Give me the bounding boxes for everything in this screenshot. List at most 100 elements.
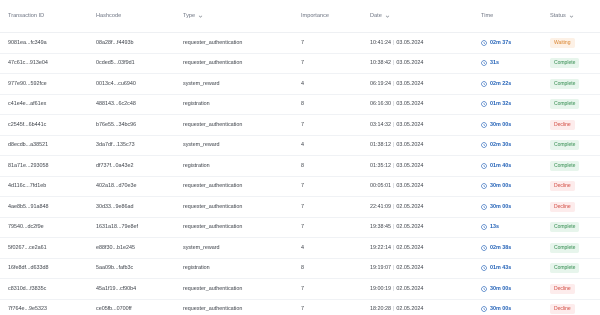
- column-header-type[interactable]: Type: [183, 0, 203, 32]
- date-separator: |: [392, 60, 395, 67]
- table-header: Transaction ID Hashcode Type Importance …: [0, 0, 600, 33]
- status-cell: Complete: [550, 74, 580, 94]
- table-row[interactable]: 79540...dc2f9e 1631a18...79e8ef requeste…: [0, 218, 600, 238]
- calendar-date: 03.05.2024: [396, 162, 424, 169]
- table-row[interactable]: 4d116c...7fd1eb 402a18...d70e3e requeste…: [0, 177, 600, 197]
- column-header-status-label: Status: [550, 13, 566, 19]
- elapsed-time: 30m 00s: [481, 115, 511, 135]
- transaction-id[interactable]: 47c61c...913e04: [8, 54, 48, 74]
- transaction-type: registration: [183, 265, 210, 272]
- date-separator: |: [392, 203, 395, 210]
- calendar-date: 03.05.2024: [396, 39, 424, 46]
- table-row[interactable]: c41e4e...af61ex 488143...6c2c48 registra…: [0, 95, 600, 115]
- importance-value: 7: [301, 285, 304, 292]
- status-cell: Complete: [550, 238, 580, 258]
- transaction-id[interactable]: 4ae8b5...91a848: [8, 197, 48, 217]
- column-header-date[interactable]: Date: [370, 0, 390, 32]
- transactions-table: Transaction ID Hashcode Type Importance …: [0, 0, 600, 315]
- table-row[interactable]: 5f0267...ce2a61 e88f30...b1e245 system_r…: [0, 238, 600, 259]
- table-row[interactable]: 4ae8b5...91a848 30d33...9e86ad requester…: [0, 197, 600, 218]
- time-of-day: 19:00:19: [370, 285, 391, 292]
- transaction-id[interactable]: d8ecdb...a38521: [8, 136, 48, 156]
- clock-icon: [481, 204, 487, 210]
- time-of-day: 19:38:45: [370, 224, 391, 231]
- transaction-id[interactable]: 16fe8df...d633d8: [8, 259, 48, 279]
- status-cell: Decline: [550, 115, 575, 135]
- status-cell: Complete: [550, 218, 580, 238]
- transaction-id[interactable]: c8310d...f3835c: [8, 279, 46, 299]
- column-header-type-label: Type: [183, 13, 196, 19]
- date-separator: |: [392, 39, 395, 46]
- elapsed-time-label: 01m 43s: [490, 265, 512, 272]
- table-row[interactable]: 977e90...592fce 0013c4...cu6940 system_r…: [0, 74, 600, 95]
- date-value: 22:41:09 | 02.05.2024: [370, 197, 423, 217]
- date-separator: |: [392, 224, 395, 231]
- calendar-date: 03.05.2024: [396, 80, 424, 87]
- elapsed-time: 13s: [481, 218, 499, 238]
- status-badge: Complete: [550, 78, 580, 89]
- table-row[interactable]: 7f764e...9e5323 ce05fb...0700ff requeste…: [0, 300, 600, 315]
- elapsed-time-label: 01m 40s: [490, 162, 512, 169]
- chevron-down-icon: [569, 15, 574, 18]
- time-of-day: 19:22:14: [370, 244, 391, 251]
- status-badge: Waiting: [550, 37, 575, 48]
- calendar-date: 02.05.2024: [396, 285, 424, 292]
- calendar-date: 03.05.2024: [396, 121, 424, 128]
- table-row[interactable]: 81a71e...293058 df737f...0a43e2 registra…: [0, 156, 600, 177]
- clock-icon: [481, 60, 487, 66]
- hashcode: 1631a18...79e8ef: [96, 224, 138, 231]
- column-header-status[interactable]: Status: [550, 0, 574, 32]
- transaction-id[interactable]: 79540...dc2f9e: [8, 218, 44, 238]
- elapsed-time-label: 01m 32s: [490, 101, 512, 108]
- calendar-date: 03.05.2024: [396, 183, 424, 190]
- transaction-type: requester_authentication: [183, 203, 243, 210]
- table-row[interactable]: c2545f...6b441c b76e55...34bc96 requeste…: [0, 115, 600, 136]
- importance-value: 7: [301, 306, 304, 313]
- elapsed-time: 30m 00s: [481, 177, 511, 197]
- hashcode: e88f30...b1e245: [96, 244, 135, 251]
- transaction-id[interactable]: 4d116c...7fd1eb: [8, 177, 46, 197]
- time-of-day: 01:38:12: [370, 142, 391, 149]
- chevron-down-icon: [198, 15, 203, 18]
- clock-icon: [481, 101, 487, 107]
- column-header-time[interactable]: Time: [481, 0, 493, 32]
- transaction-id[interactable]: c2545f...6b441c: [8, 115, 46, 135]
- elapsed-time: 02m 22s: [481, 74, 511, 94]
- elapsed-time: 31s: [481, 54, 499, 74]
- table-row[interactable]: 47c61c...913e04 0cded5...03f9d1 requeste…: [0, 54, 600, 74]
- hashcode: 08a28f...f4493b: [96, 39, 134, 46]
- status-badge: Complete: [550, 140, 580, 151]
- date-value: 18:20:28 | 02.05.2024: [370, 300, 423, 315]
- transaction-id[interactable]: 977e90...592fce: [8, 74, 47, 94]
- time-of-day: 06:16:30: [370, 101, 391, 108]
- elapsed-time: 30m 00s: [481, 279, 511, 299]
- transaction-type: requester_authentication: [183, 285, 243, 292]
- transaction-type: requester_authentication: [183, 39, 243, 46]
- column-header-hashcode[interactable]: Hashcode: [96, 0, 121, 32]
- date-value: 19:00:19 | 02.05.2024: [370, 279, 423, 299]
- date-value: 19:19:07 | 02.05.2024: [370, 259, 423, 279]
- hashcode: 30d33...9e86ad: [96, 203, 134, 210]
- transaction-id[interactable]: 7f764e...9e5323: [8, 300, 47, 315]
- hashcode: 402a18...d70e3e: [96, 183, 137, 190]
- column-header-importance[interactable]: Importance: [301, 0, 329, 32]
- transaction-type: system_reward: [183, 244, 220, 251]
- date-separator: |: [392, 306, 395, 313]
- date-separator: |: [392, 80, 395, 87]
- table-row[interactable]: d8ecdb...a38521 3da7df...135c73 system_r…: [0, 136, 600, 156]
- status-badge: Complete: [550, 222, 580, 233]
- clock-icon: [481, 183, 487, 189]
- hashcode: 488143...6c2c48: [96, 101, 136, 108]
- table-row[interactable]: 9081ea...fc349a 08a28f...f4493b requeste…: [0, 33, 600, 54]
- table-row[interactable]: 16fe8df...d633d8 5aa09b...fafb3c registr…: [0, 259, 600, 279]
- status-badge: Complete: [550, 99, 580, 110]
- table-row[interactable]: c8310d...f3835c 45a1f19...cf90b4 request…: [0, 279, 600, 300]
- calendar-date: 03.05.2024: [396, 142, 424, 149]
- transaction-id[interactable]: 81a71e...293058: [8, 156, 48, 176]
- transaction-id[interactable]: 9081ea...fc349a: [8, 33, 47, 53]
- transaction-id[interactable]: 5f0267...ce2a61: [8, 238, 47, 258]
- date-separator: |: [392, 121, 395, 128]
- column-header-transaction-id[interactable]: Transaction ID: [8, 0, 44, 32]
- transaction-id[interactable]: c41e4e...af61ex: [8, 95, 46, 115]
- status-badge: Complete: [550, 58, 580, 69]
